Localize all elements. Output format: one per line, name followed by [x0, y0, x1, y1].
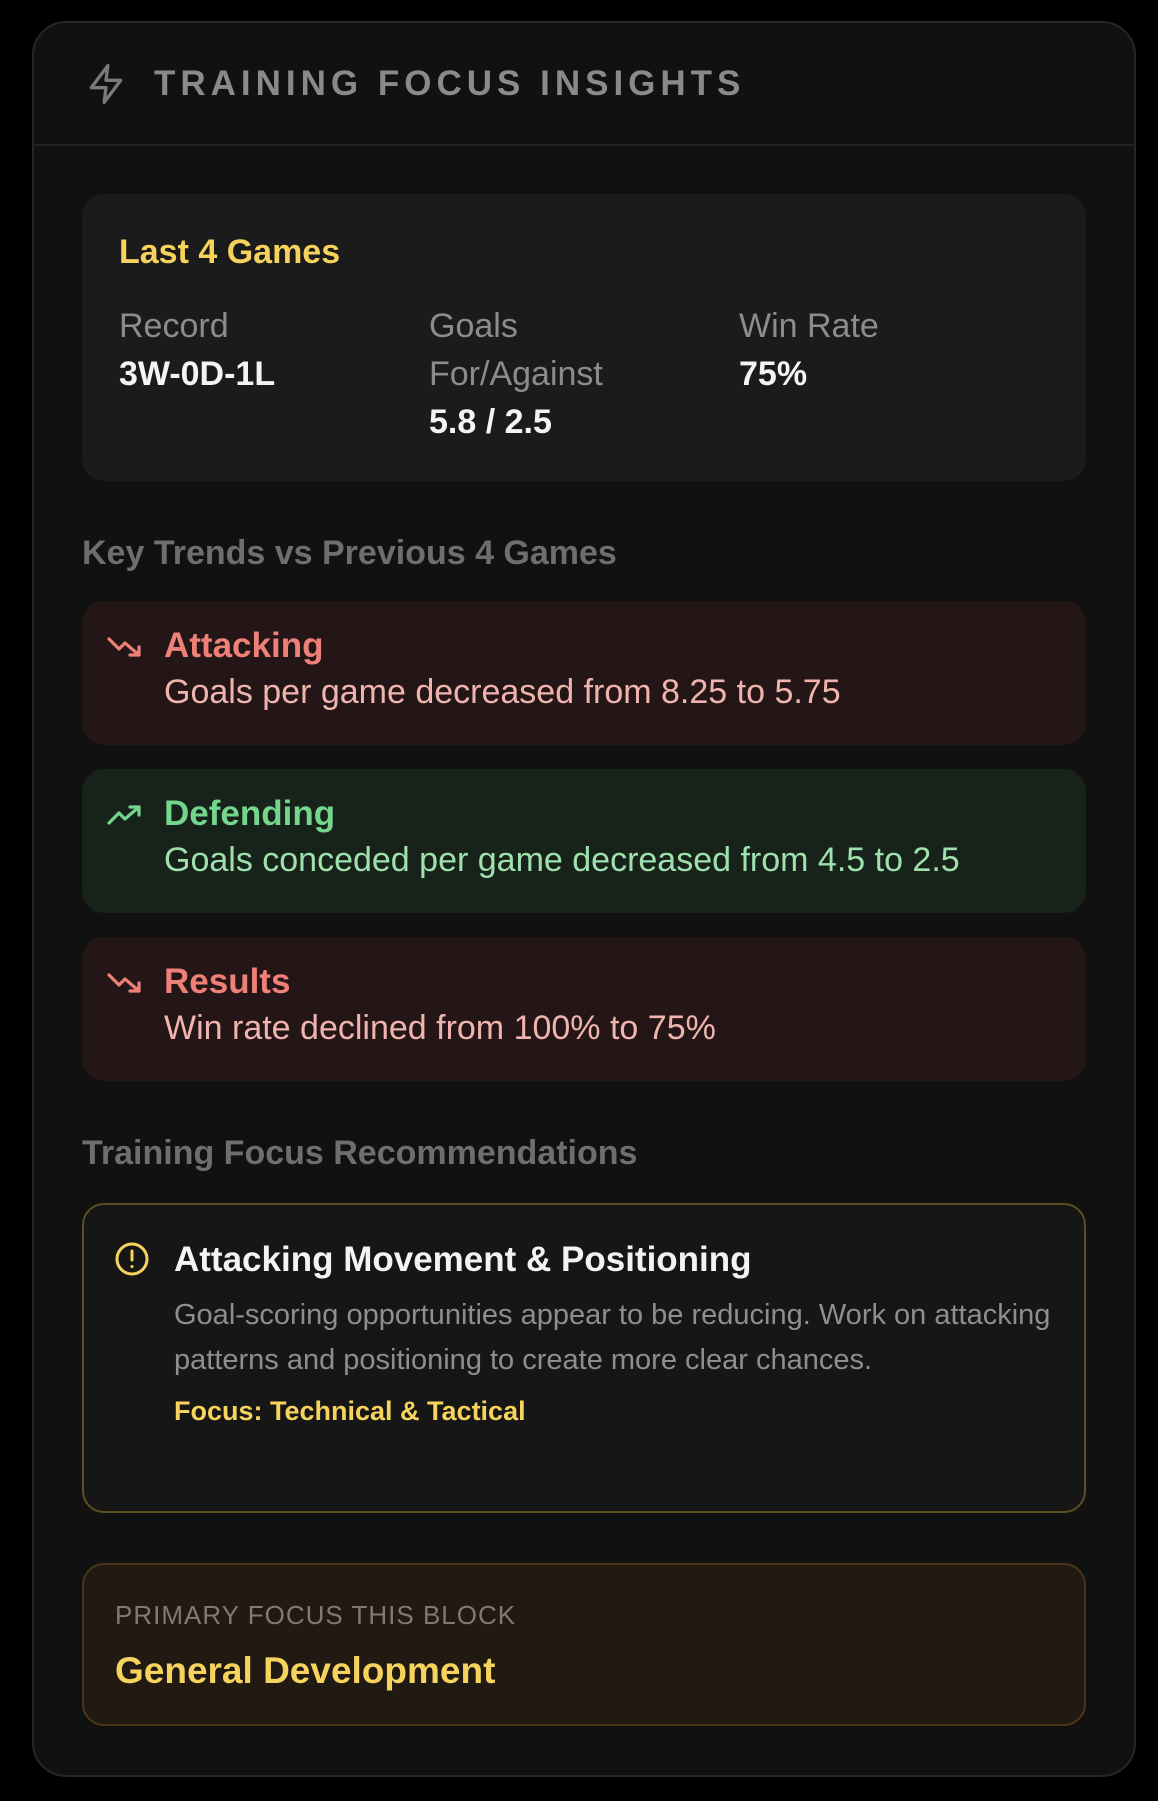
- trending-up-icon: [106, 799, 144, 829]
- stat-value: 75%: [739, 355, 808, 393]
- alert-circle-icon: [114, 1241, 150, 1277]
- header-title: TRAINING FOCUS INSIGHTS: [154, 63, 746, 103]
- stat-value: 3W-0D-1L: [119, 355, 276, 393]
- recommendations-section-title: Training Focus Recommendations: [82, 1134, 638, 1172]
- trend-item-results: Results Win rate declined from 100% to 7…: [82, 937, 1086, 1081]
- trend-item-defending: Defending Goals conceded per game decrea…: [82, 769, 1086, 913]
- trending-down-icon: [106, 631, 144, 661]
- stat-label: Win Rate: [739, 307, 879, 345]
- trend-description: Goals per game decreased from 8.25 to 5.…: [164, 673, 841, 711]
- trend-name: Results: [164, 962, 291, 1001]
- trend-description: Win rate declined from 100% to 75%: [164, 1009, 716, 1047]
- summary-stats: Record 3W-0D-1L Goals For/Against 5.8 / …: [119, 302, 1049, 446]
- trend-item-attacking: Attacking Goals per game decreased from …: [82, 601, 1086, 745]
- primary-focus-value: General Development: [115, 1650, 496, 1691]
- stat-label: Record: [119, 307, 229, 345]
- recommendation-focus: Focus: Technical & Tactical: [174, 1396, 526, 1426]
- trending-down-icon: [106, 967, 144, 997]
- recommendation-body: Goal-scoring opportunities appear to be …: [174, 1299, 1051, 1376]
- stat-label: Goals For/Against: [429, 307, 603, 393]
- stat-win-rate: Win Rate 75%: [739, 302, 1049, 446]
- last-games-summary: Last 4 Games Record 3W-0D-1L Goals For/A…: [82, 194, 1086, 481]
- recommendation-card: Attacking Movement & Positioning Goal-sc…: [82, 1203, 1086, 1513]
- stat-goals: Goals For/Against 5.8 / 2.5: [429, 302, 739, 446]
- trend-name: Defending: [164, 794, 336, 833]
- bolt-icon: [84, 62, 128, 106]
- card-header: TRAINING FOCUS INSIGHTS: [34, 23, 1134, 146]
- stat-value: 5.8 / 2.5: [429, 403, 552, 441]
- primary-focus-label: PRIMARY FOCUS THIS BLOCK: [115, 1600, 517, 1630]
- recommendation-heading: Attacking Movement & Positioning: [174, 1240, 752, 1279]
- summary-title: Last 4 Games: [119, 233, 341, 271]
- primary-focus-card: PRIMARY FOCUS THIS BLOCK General Develop…: [82, 1563, 1086, 1726]
- stat-record: Record 3W-0D-1L: [119, 302, 429, 446]
- trend-description: Goals conceded per game decreased from 4…: [164, 841, 960, 879]
- trends-section-title: Key Trends vs Previous 4 Games: [82, 534, 617, 572]
- training-focus-card: TRAINING FOCUS INSIGHTS Last 4 Games Rec…: [32, 21, 1136, 1777]
- trend-name: Attacking: [164, 626, 324, 665]
